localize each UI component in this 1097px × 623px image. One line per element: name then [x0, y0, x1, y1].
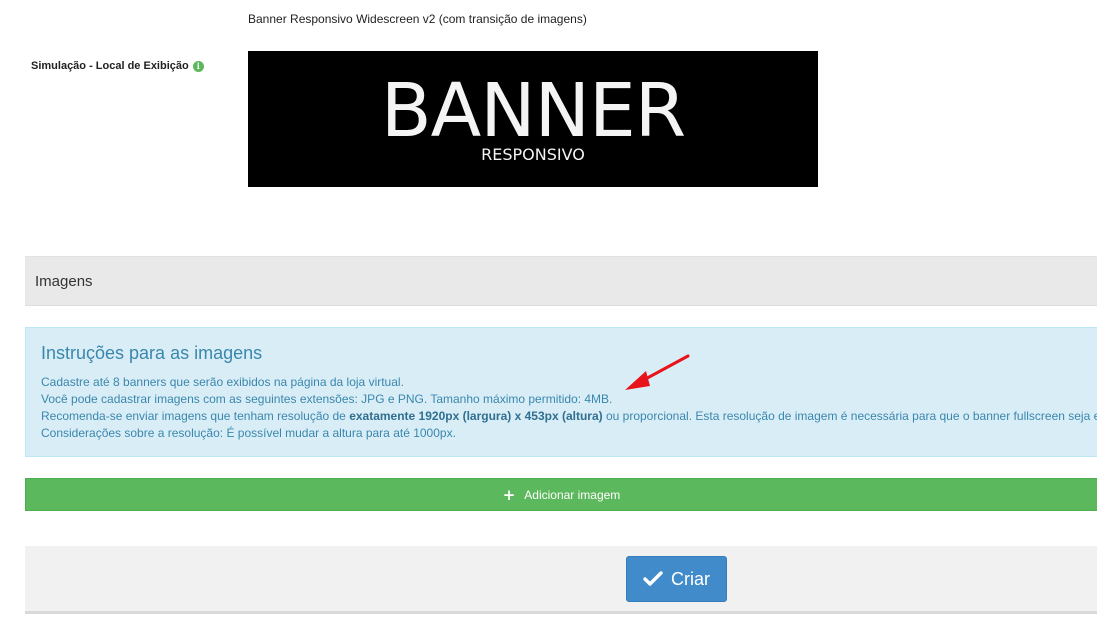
simulation-label-text: Simulação - Local de Exibição	[31, 60, 189, 72]
instructions-line-4: Considerações sobre a resolução: É possí…	[41, 426, 456, 440]
red-arrow-annotation	[625, 354, 690, 390]
form-footer: Criar	[25, 546, 1097, 614]
info-icon[interactable]: i	[192, 60, 204, 72]
add-image-button[interactable]: + Adicionar imagem	[25, 478, 1097, 511]
instructions-line-1: Cadastre até 8 banners que serão exibido…	[41, 375, 404, 389]
instructions-line-3-pre: Recomenda-se enviar imagens que tenham r…	[41, 409, 350, 423]
banner-preview-subtitle: RESPONSIVO	[481, 145, 585, 164]
create-button-label: Criar	[671, 568, 710, 589]
simulation-label: Simulação - Local de Exibição i	[31, 60, 204, 72]
instructions-line-3: Recomenda-se enviar imagens que tenham r…	[41, 409, 1097, 423]
banner-preview-title: BANNER	[380, 68, 686, 154]
instructions-panel: Instruções para as imagens Cadastre até …	[25, 327, 1097, 457]
check-icon	[643, 571, 663, 586]
instructions-line-3-post: ou proporcional. Esta resolução de image…	[602, 409, 1097, 423]
images-section-title: Imagens	[35, 273, 93, 290]
instructions-line-2: Você pode cadastrar imagens com as segui…	[41, 392, 613, 406]
banner-type-text: Banner Responsivo Widescreen v2 (com tra…	[248, 12, 587, 26]
images-section-header: Imagens	[25, 256, 1097, 306]
instructions-resolution: exatamente 1920px (largura) x 453px (alt…	[349, 409, 603, 423]
plus-icon: +	[502, 485, 516, 504]
create-button[interactable]: Criar	[626, 556, 727, 602]
add-image-label: Adicionar imagem	[524, 487, 621, 502]
banner-preview-image: BANNER RESPONSIVO	[248, 51, 818, 187]
instructions-title: Instruções para as imagens	[41, 343, 263, 363]
